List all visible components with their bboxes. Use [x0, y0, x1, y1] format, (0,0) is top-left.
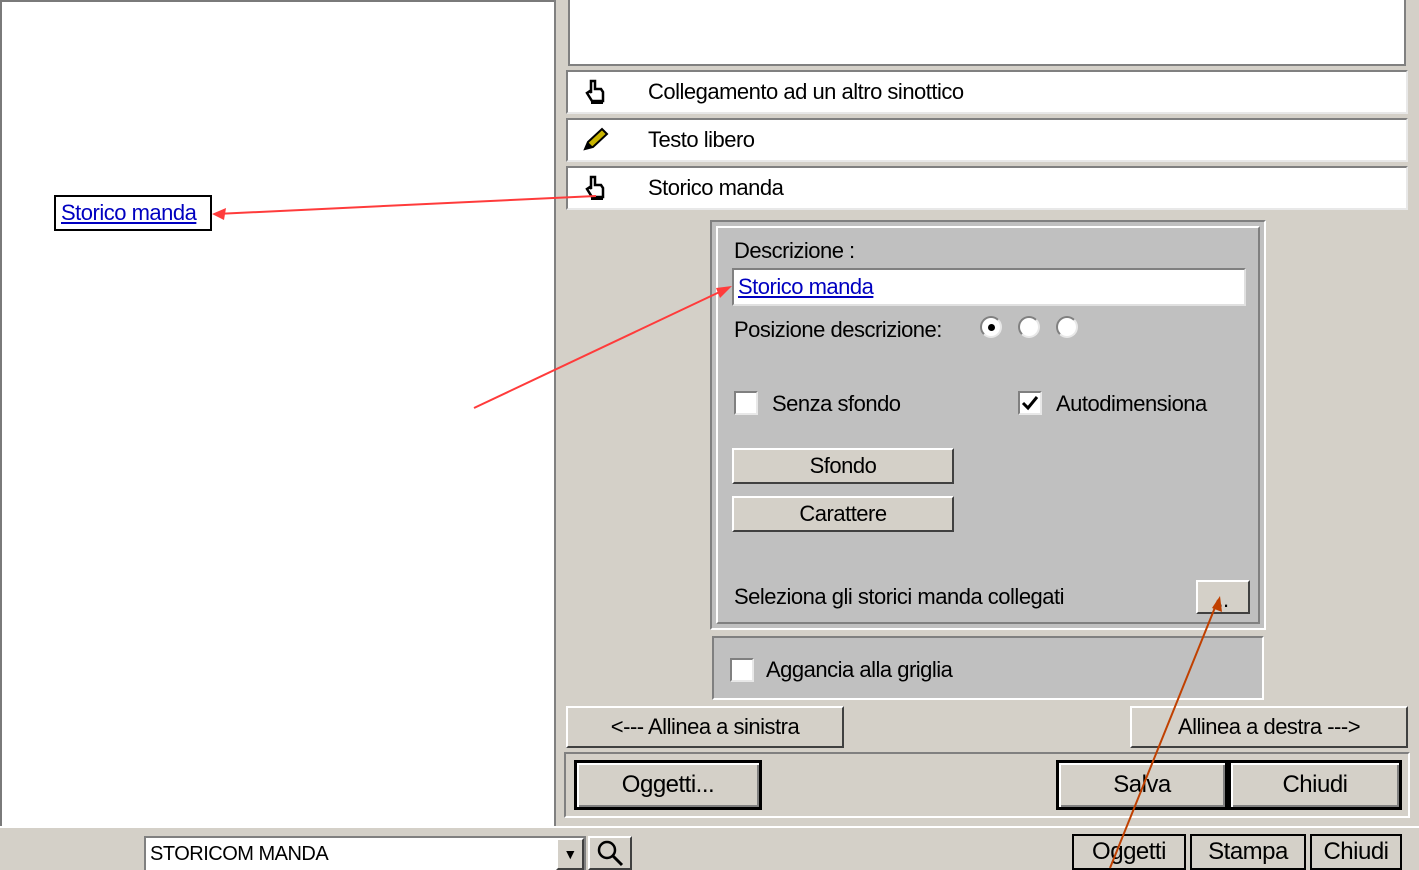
annotation-arrows: [212, 195, 1222, 869]
